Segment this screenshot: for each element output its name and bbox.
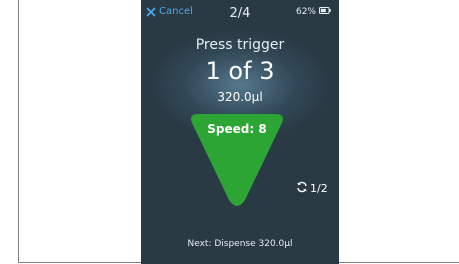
next-step-text: Next: Dispense 320.0µl: [187, 239, 293, 249]
cycle-counter[interactable]: 1/2: [296, 181, 328, 196]
battery-icon: [319, 7, 331, 17]
status-bar: Cancel 2/4 62%: [141, 0, 339, 21]
battery-status: 62%: [296, 7, 331, 17]
refresh-icon: [296, 181, 308, 196]
volume-value: 320.0µl: [217, 90, 263, 104]
pipette-screen: Cancel 2/4 62% Press trigger 1 of 3 320.…: [141, 0, 339, 264]
battery-percent: 62%: [295, 7, 316, 17]
instruction-text: Press trigger: [195, 37, 285, 53]
speed-label: Speed: 8: [207, 122, 267, 136]
trigger-button[interactable]: Speed: 8: [185, 112, 289, 212]
cycle-label: 1/2: [310, 182, 328, 195]
dispense-count: 1 of 3: [205, 57, 275, 85]
